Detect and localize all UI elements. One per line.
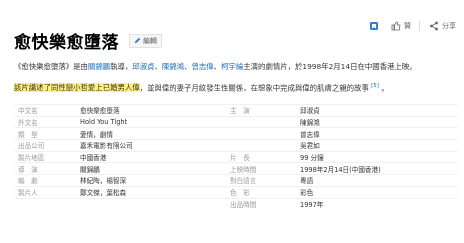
cast-link[interactable]: 曾志偉: [191, 62, 213, 71]
info-key: 製片地區: [18, 154, 45, 163]
info-value: 愛情，劇情: [80, 130, 113, 139]
info-key: 色 彩: [230, 189, 250, 198]
info-key: 對白語言: [230, 177, 257, 186]
share-label[interactable]: 分享: [442, 21, 456, 31]
info-row: 導 演 關錦鵬 上映時間 1998年2月14日(中國香港): [14, 162, 458, 174]
citation-link[interactable]: [5]: [371, 83, 379, 89]
info-value: 關錦鵬: [80, 165, 100, 174]
highlighted-text: 該片講述了同性戀小哲愛上已婚男人: [14, 83, 133, 93]
info-row: 中文名 愈快樂愈墮落 主 演 邱淑貞: [14, 104, 458, 116]
info-value: 嘉禾電影有限公司: [80, 142, 133, 151]
info-value: Hold You Tight: [80, 118, 128, 127]
info-value: 1997年: [300, 200, 324, 209]
info-row: 類 型 愛情，劇情 曾志偉: [14, 127, 458, 139]
summary-text: ，並與偉的妻子月紋發生性關係，在想象中完成與偉的肌膚之親的故事: [139, 83, 369, 93]
info-row: 外文名 Hold You Tight 陳錦鴻: [14, 115, 458, 128]
like-label[interactable]: 贊: [404, 21, 411, 31]
info-value: 彩色: [300, 189, 314, 198]
cast-link[interactable]: 柯宇綸: [221, 62, 243, 71]
info-row: 出品公司 嘉禾電影有限公司 吳君如: [14, 139, 458, 151]
info-value: 1998年2月14日(中國香港): [300, 165, 381, 174]
info-key: 導 演: [18, 165, 38, 174]
info-value: 中國香港: [80, 154, 107, 163]
basic-info-table: 中文名 愈快樂愈墮落 主 演 邱淑貞 外文名 Hold You Tight 陳錦…: [14, 104, 458, 209]
summary-paragraph: 《愈快樂愈墮落》是由關錦鵬執導，邱淑貞、陳錦鴻、曾志偉、柯宇綸主演的劇情片，於1…: [14, 62, 417, 71]
action-toolbar: 贊 分享: [368, 18, 464, 34]
cast-link[interactable]: 陳錦鴻: [162, 62, 184, 71]
share-icon[interactable]: [428, 20, 440, 32]
info-row: 編 劇 林紀陶，楊智深 對白語言 粵語: [14, 174, 458, 186]
info-key: 製片人: [18, 189, 38, 198]
info-row: 出品時間 1997年: [14, 197, 458, 210]
bookmark-icon[interactable]: [368, 20, 380, 32]
info-row: 製片地區 中國香港 片 長 99 分鐘: [14, 150, 458, 163]
edit-label: 編輯: [143, 36, 157, 45]
summary-paragraph-2: 該片講述了同性戀小哲愛上已婚男人偉，並與偉的妻子月紋發生性關係，在想象中完成與偉…: [14, 81, 454, 93]
info-value: 愈快樂愈墮落: [80, 107, 120, 116]
info-value: 曾志偉: [300, 130, 320, 139]
summary-text: 《愈快樂愈墮落》是由: [14, 62, 88, 71]
info-value: 邱淑貞: [300, 107, 320, 116]
summary-text: 執導，: [110, 62, 133, 71]
info-key: 出品公司: [18, 142, 45, 151]
info-value: 林紀陶，楊智深: [80, 177, 127, 186]
info-key: 片 長: [230, 154, 250, 163]
info-key: 外文名: [18, 119, 38, 128]
info-value: 粵語: [300, 177, 314, 186]
info-key: 中文名: [18, 107, 38, 116]
edit-button[interactable]: 編輯: [129, 33, 162, 48]
info-row: 製片人 鄭文傑，葉松森 色 彩 彩色: [14, 185, 458, 198]
director-link[interactable]: 關錦鵬: [88, 62, 110, 71]
summary-text: 主演的劇情片，於1998年2月14日在中國香港上映。: [243, 62, 417, 71]
page-title: 愈快樂愈墮落: [14, 33, 119, 53]
thumbs-up-icon[interactable]: [390, 20, 402, 32]
info-key: 出品時間: [230, 200, 257, 209]
info-key: 類 型: [18, 130, 38, 139]
summary-text: 。: [381, 83, 389, 93]
info-value: 99 分鐘: [300, 154, 324, 163]
info-value: 鄭文傑，葉松森: [80, 189, 127, 198]
info-key: 上映時間: [230, 165, 257, 174]
toolbar-divider: [419, 21, 420, 31]
title-row: 愈快樂愈墮落 編輯: [14, 28, 162, 53]
highlighted-text: 偉: [132, 83, 140, 93]
info-key: 編 劇: [18, 177, 38, 186]
info-key: 主 演: [230, 107, 250, 116]
cast-link[interactable]: 邱淑貞: [132, 62, 154, 71]
info-value: 陳錦鴻: [300, 119, 320, 128]
pencil-icon: [134, 37, 141, 44]
info-value: 吳君如: [300, 142, 320, 151]
